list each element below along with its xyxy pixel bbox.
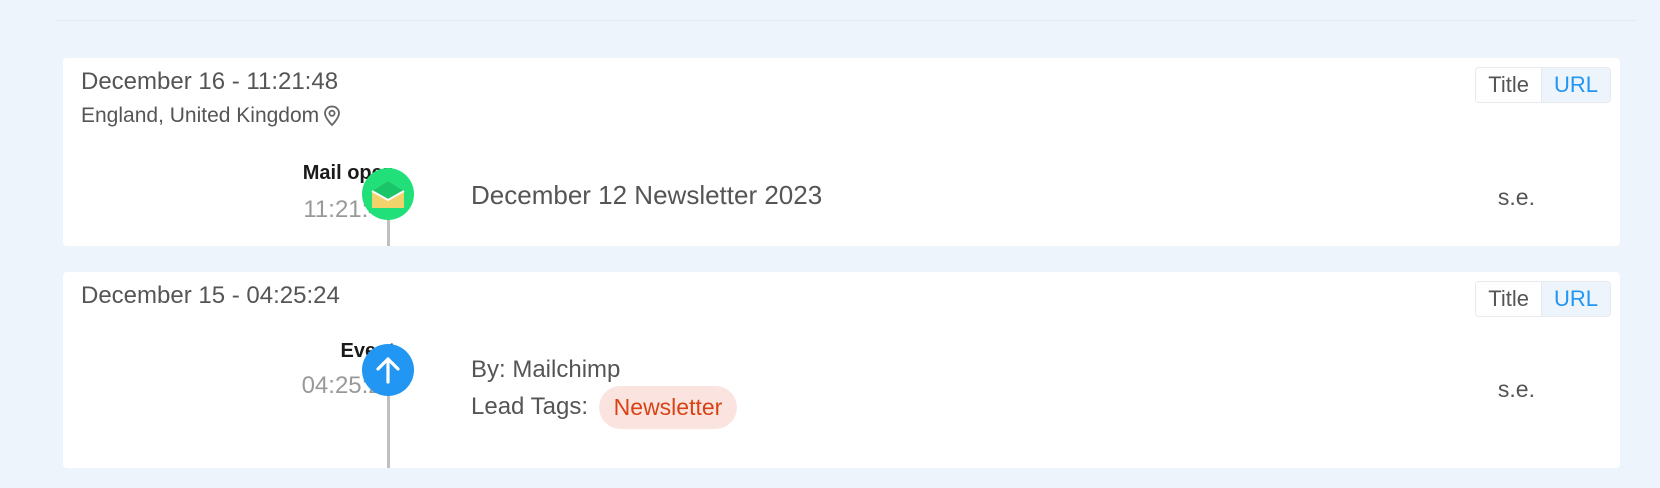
title-url-toggle: Title URL [1475, 281, 1611, 317]
email-title-link[interactable]: December 12 Newsletter 2023 [471, 180, 822, 211]
event-source: By: Mailchimp [471, 356, 621, 383]
activity-location: England, United Kingdom [81, 104, 341, 128]
lead-tags-row: Lead Tags: Newsletter [471, 386, 738, 429]
activity-card-event: December 15 - 04:25:24 Title URL Event 0… [63, 272, 1620, 468]
arrow-up-icon [362, 344, 414, 396]
toggle-title-button[interactable]: Title [1476, 282, 1541, 316]
mail-open-icon [362, 168, 414, 220]
top-divider [55, 20, 1635, 21]
location-text: England, United Kingdom [81, 104, 320, 127]
activity-date: December 16 - 11:21:48 [81, 68, 339, 95]
location-pin-icon [323, 105, 341, 127]
lead-tag-badge[interactable]: Newsletter [598, 386, 738, 429]
activity-date: December 15 - 04:25:24 [81, 282, 340, 309]
activity-card-mail-open: December 16 - 11:21:48 England, United K… [63, 58, 1620, 246]
lead-tags-label: Lead Tags: [471, 392, 588, 420]
right-meta-text: s.e. [1497, 184, 1535, 210]
toggle-url-button[interactable]: URL [1540, 68, 1610, 102]
timeline-line [387, 384, 390, 468]
toggle-title-button[interactable]: Title [1476, 68, 1541, 102]
title-url-toggle: Title URL [1475, 67, 1611, 103]
right-meta-text: s.e. [1497, 376, 1535, 402]
toggle-url-button[interactable]: URL [1540, 282, 1610, 316]
